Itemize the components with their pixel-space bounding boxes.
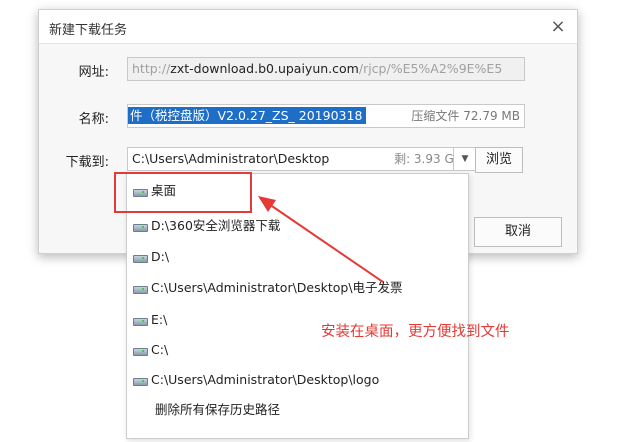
- name-value-selected: 件（税控盘版）V2.0.27_ZS_ 20190318: [128, 107, 367, 124]
- dropdown-item[interactable]: C:\Users\Administrator\Desktop\logo: [127, 368, 468, 392]
- name-field[interactable]: 件（税控盘版）V2.0.27_ZS_ 20190318 压缩文件 72.79 M…: [127, 104, 525, 128]
- dropdown-item-label: 桌面: [151, 183, 177, 198]
- drive-icon: [133, 186, 148, 197]
- close-icon[interactable]: ×: [547, 16, 569, 38]
- drive-icon: [133, 375, 148, 386]
- drive-icon: [133, 252, 148, 263]
- dropdown-item[interactable]: C:\: [127, 338, 468, 362]
- dropdown-item-label: D:\: [151, 249, 170, 264]
- save-path-dropdown: 桌面 D:\360安全浏览器下载 D:\ C:\Users\Administra…: [126, 173, 469, 439]
- url-label: 网址:: [78, 65, 109, 80]
- dropdown-item-label: D:\360安全浏览器下载: [151, 218, 281, 233]
- free-space-info: 剩: 3.93 GB: [390, 148, 462, 170]
- drive-icon: [133, 283, 148, 294]
- dropdown-item-label: C:\Users\Administrator\Desktop\logo: [151, 372, 380, 387]
- dropdown-item[interactable]: C:\Users\Administrator\Desktop\电子发票: [127, 276, 468, 300]
- dropdown-item-label: C:\: [151, 342, 169, 357]
- dropdown-item-label: C:\Users\Administrator\Desktop\电子发票: [151, 280, 403, 295]
- dropdown-item-desktop[interactable]: 桌面: [127, 179, 468, 203]
- dropdown-item[interactable]: D:\360安全浏览器下载: [127, 214, 468, 238]
- dropdown-item-label: 删除所有保存历史路径: [155, 402, 281, 417]
- dropdown-item[interactable]: D:\: [127, 245, 468, 269]
- drive-icon: [133, 345, 148, 356]
- dialog-title: 新建下载任务: [49, 23, 128, 38]
- url-field[interactable]: http://zxt-download.b0.upaiyun.com/rjcp/…: [127, 57, 525, 81]
- title-bar: 新建下载任务 ×: [39, 10, 577, 44]
- clear-history-item[interactable]: 删除所有保存历史路径: [127, 398, 468, 422]
- url-prefix: http://: [132, 61, 171, 76]
- drive-icon: [133, 221, 148, 232]
- save-to-label: 下载到:: [65, 155, 109, 170]
- browse-button[interactable]: 浏览: [475, 147, 523, 173]
- annotation-text: 安装在桌面，更方便找到文件: [321, 324, 510, 340]
- file-size-info: 压缩文件 72.79 MB: [405, 105, 520, 127]
- drive-icon: [133, 315, 148, 326]
- cancel-button[interactable]: 取消: [474, 217, 562, 247]
- chevron-down-icon[interactable]: ▼: [453, 147, 477, 171]
- save-path-combo[interactable]: C:\Users\Administrator\Desktop 剩: 3.93 G…: [127, 147, 467, 171]
- dropdown-item-label: E:\: [151, 312, 168, 327]
- save-path-value: C:\Users\Administrator\Desktop: [132, 151, 330, 166]
- url-path: /rjcp/%E5%A2%9E%E5: [358, 61, 503, 76]
- url-host: zxt-download.b0.upaiyun.com: [170, 61, 359, 76]
- name-label: 名称:: [78, 112, 109, 127]
